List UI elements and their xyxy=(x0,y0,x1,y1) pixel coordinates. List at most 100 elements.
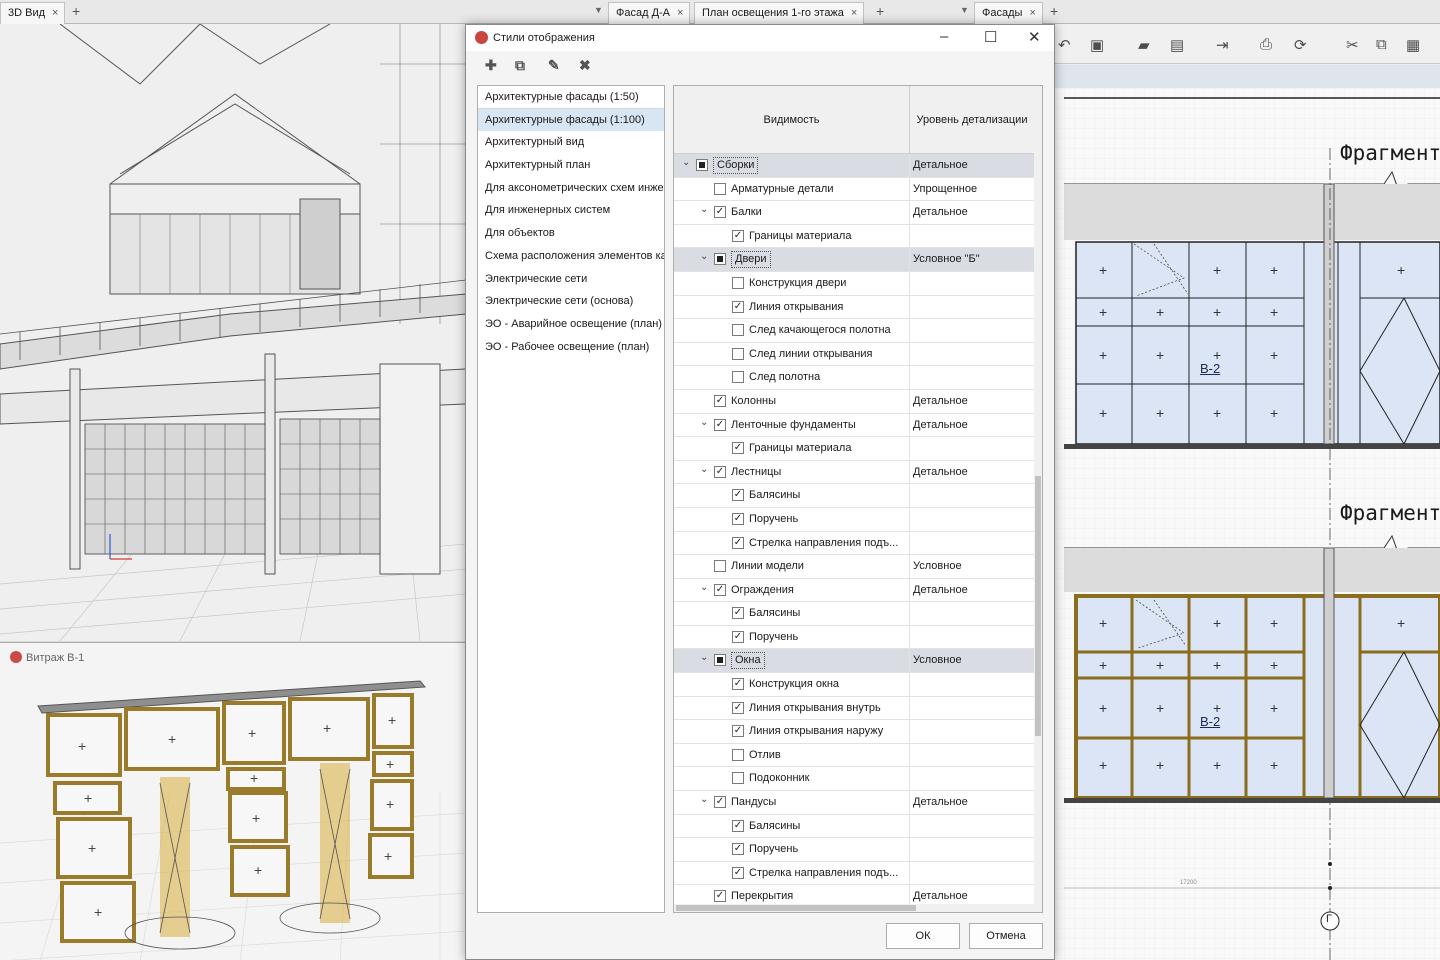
tree-row[interactable]: ⌄ ✓ Ограждения Детальное xyxy=(674,578,1034,603)
vertical-scrollbar[interactable] xyxy=(1034,86,1042,912)
tree-row[interactable]: Подоконник xyxy=(674,767,1034,792)
tree-row[interactable]: ✓ Поручень xyxy=(674,838,1034,862)
tree-row[interactable]: ✓ Линия открывания наружу xyxy=(674,720,1034,744)
tree-row[interactable]: ✓ Балясины xyxy=(674,602,1034,626)
style-list-item[interactable]: Для аксонометрических схем инженерных си… xyxy=(478,177,664,200)
scrollbar-thumb[interactable] xyxy=(676,905,916,911)
ok-button[interactable]: ОК xyxy=(886,923,960,949)
visibility-checkbox[interactable]: ✓ xyxy=(714,583,726,596)
visibility-checkbox[interactable]: ✓ xyxy=(714,890,726,903)
tab-facade-d-a[interactable]: Фасад Д-А × xyxy=(608,2,691,24)
delete-style-icon[interactable]: ✖ xyxy=(579,57,591,74)
add-tab-icon[interactable]: + xyxy=(876,3,884,19)
visibility-checkbox[interactable] xyxy=(732,347,744,360)
3d-viewport[interactable] xyxy=(0,24,466,641)
3d-box-icon[interactable]: ▣ xyxy=(1090,36,1104,54)
visibility-tree[interactable]: Видимость Уровень детализации ⌄ Сборки Дет… xyxy=(673,85,1043,913)
cancel-button[interactable]: Отмена xyxy=(969,923,1043,949)
tree-row[interactable]: ✓ Балясины xyxy=(674,814,1034,839)
copy-style-icon[interactable]: ⧉ xyxy=(515,57,525,74)
style-list-item[interactable]: Для инженерных систем xyxy=(478,199,664,222)
tab-lighting-plan[interactable]: План освещения 1-го этажа × xyxy=(694,2,865,24)
detail-level-cell[interactable]: Детальное xyxy=(913,466,968,478)
tree-row[interactable]: ✓ Поручень xyxy=(674,625,1034,650)
tree-row[interactable]: ✓ Стрелка направления подъ... xyxy=(674,861,1034,886)
detail-level-cell[interactable]: Детальное xyxy=(913,206,968,218)
expand-chevron-icon[interactable]: ⌄ xyxy=(700,582,708,593)
close-icon[interactable]: × xyxy=(52,7,58,19)
minimize-icon[interactable]: – xyxy=(940,28,948,45)
tree-row[interactable]: Линии модели Условное xyxy=(674,555,1034,579)
tree-row[interactable]: ⌄ ✓ Пандусы Детальное xyxy=(674,791,1034,815)
visibility-checkbox[interactable] xyxy=(732,772,744,785)
visibility-checkbox[interactable]: ✓ xyxy=(732,229,744,242)
visibility-checkbox[interactable]: ✓ xyxy=(732,489,744,502)
visibility-checkbox[interactable]: ✓ xyxy=(732,512,744,525)
curtain-wall-viewport[interactable]: + + + + + + + + + + + + + + Витраж В-1 xyxy=(0,642,466,960)
detail-level-cell[interactable]: Упрощенное xyxy=(913,183,977,195)
visibility-checkbox[interactable] xyxy=(714,560,726,573)
visibility-checkbox[interactable]: ✓ xyxy=(732,725,744,738)
tree-row[interactable]: Отлив xyxy=(674,743,1034,768)
visibility-checkbox[interactable] xyxy=(732,748,744,761)
style-list-item[interactable]: ЭО - Рабочее освещение (план) xyxy=(478,336,664,359)
open-folder-icon[interactable]: ▰ xyxy=(1138,36,1150,54)
visibility-checkbox[interactable]: ✓ xyxy=(714,394,726,407)
visibility-checkbox[interactable]: ✓ xyxy=(732,819,744,832)
visibility-checkbox[interactable]: ✓ xyxy=(732,300,744,313)
style-list-item[interactable]: Архитектурные фасады (1:100) xyxy=(478,108,664,132)
visibility-checkbox[interactable]: ✓ xyxy=(732,701,744,714)
style-list-item[interactable]: Схема расположения элементов каркаса xyxy=(478,245,664,268)
tree-row[interactable]: ✓ Балясины xyxy=(674,484,1034,508)
detail-level-cell[interactable]: Условное xyxy=(913,560,962,572)
tree-row[interactable]: ⌄ ✓ Балки Детальное xyxy=(674,201,1034,225)
sync-icon[interactable]: ⟳ xyxy=(1294,36,1307,54)
visibility-checkbox[interactable]: ✓ xyxy=(732,607,744,620)
tree-row[interactable]: ✓ Границы материала xyxy=(674,437,1034,461)
tree-row[interactable]: ✓ Колонны Детальное xyxy=(674,389,1034,414)
tree-row[interactable]: ✓ Поручень xyxy=(674,507,1034,532)
visibility-checkbox[interactable]: ✓ xyxy=(714,206,726,219)
tree-row[interactable]: Конструкция двери xyxy=(674,271,1034,296)
visibility-checkbox[interactable]: ✓ xyxy=(732,678,744,691)
detail-level-cell[interactable]: Детальное xyxy=(913,159,968,171)
visibility-checkbox[interactable] xyxy=(696,159,708,171)
tree-row[interactable]: ⌄ ✓ Лестницы Детальное xyxy=(674,460,1034,485)
close-icon[interactable]: ✕ xyxy=(1028,28,1041,46)
close-icon[interactable]: × xyxy=(677,7,683,19)
style-list-item[interactable]: Архитектурный план xyxy=(478,154,664,177)
tab-3d-view[interactable]: 3D Вид × xyxy=(0,2,66,24)
detail-level-cell[interactable]: Детальное xyxy=(913,584,968,596)
style-list-item[interactable]: Электрические сети xyxy=(478,268,664,291)
tree-row[interactable]: ⌄ Двери Условное "Б" xyxy=(674,248,1034,272)
chevron-down-icon[interactable]: ▼ xyxy=(960,5,969,15)
expand-chevron-icon[interactable]: ⌄ xyxy=(700,204,708,215)
visibility-checkbox[interactable]: ✓ xyxy=(732,630,744,643)
save-icon[interactable]: ▤ xyxy=(1170,36,1184,54)
add-style-icon[interactable]: ✚ xyxy=(485,57,497,74)
expand-chevron-icon[interactable]: ⌄ xyxy=(700,417,708,428)
visibility-checkbox[interactable] xyxy=(714,654,726,667)
edit-style-icon[interactable]: ✎ xyxy=(548,57,560,74)
visibility-checkbox[interactable]: ✓ xyxy=(732,536,744,549)
detail-level-cell[interactable]: Условное "Б" xyxy=(913,253,980,265)
expand-chevron-icon[interactable]: ⌄ xyxy=(700,251,708,262)
horizontal-scrollbar[interactable] xyxy=(674,904,1034,912)
tree-row[interactable]: ⌄ Сборки Детальное xyxy=(674,154,1034,178)
visibility-checkbox[interactable]: ✓ xyxy=(714,796,726,809)
copy-icon[interactable]: ⧉ xyxy=(1376,36,1387,53)
visibility-checkbox[interactable]: ✓ xyxy=(732,843,744,856)
style-list-item[interactable]: Архитектурные фасады (1:50) xyxy=(478,86,664,109)
facade-drawing-viewport[interactable]: ↶ ▣ ▰ ▤ ⇥ ⎙ ⟳ ✂ ⧉ ▦ + + + + + + + + + + … xyxy=(1054,24,1440,960)
tree-row[interactable]: ✓ Стрелка направления подъ... xyxy=(674,531,1034,556)
detail-level-cell[interactable]: Детальное xyxy=(913,395,968,407)
tree-row[interactable]: След линии открывания xyxy=(674,342,1034,367)
chevron-down-icon[interactable]: ▼ xyxy=(594,5,603,15)
style-list[interactable]: Архитектурные фасады (1:50) Архитектурные… xyxy=(477,85,665,913)
tree-row[interactable]: ⌄ ✓ Ленточные фундаменты Детальное xyxy=(674,413,1034,438)
visibility-checkbox[interactable] xyxy=(732,371,744,384)
visibility-checkbox[interactable]: ✓ xyxy=(732,442,744,455)
add-tab-icon[interactable]: + xyxy=(72,3,80,19)
style-list-item[interactable]: ЭО - Аварийное освещение (план) xyxy=(478,313,664,336)
detail-level-cell[interactable]: Условное xyxy=(913,654,962,666)
